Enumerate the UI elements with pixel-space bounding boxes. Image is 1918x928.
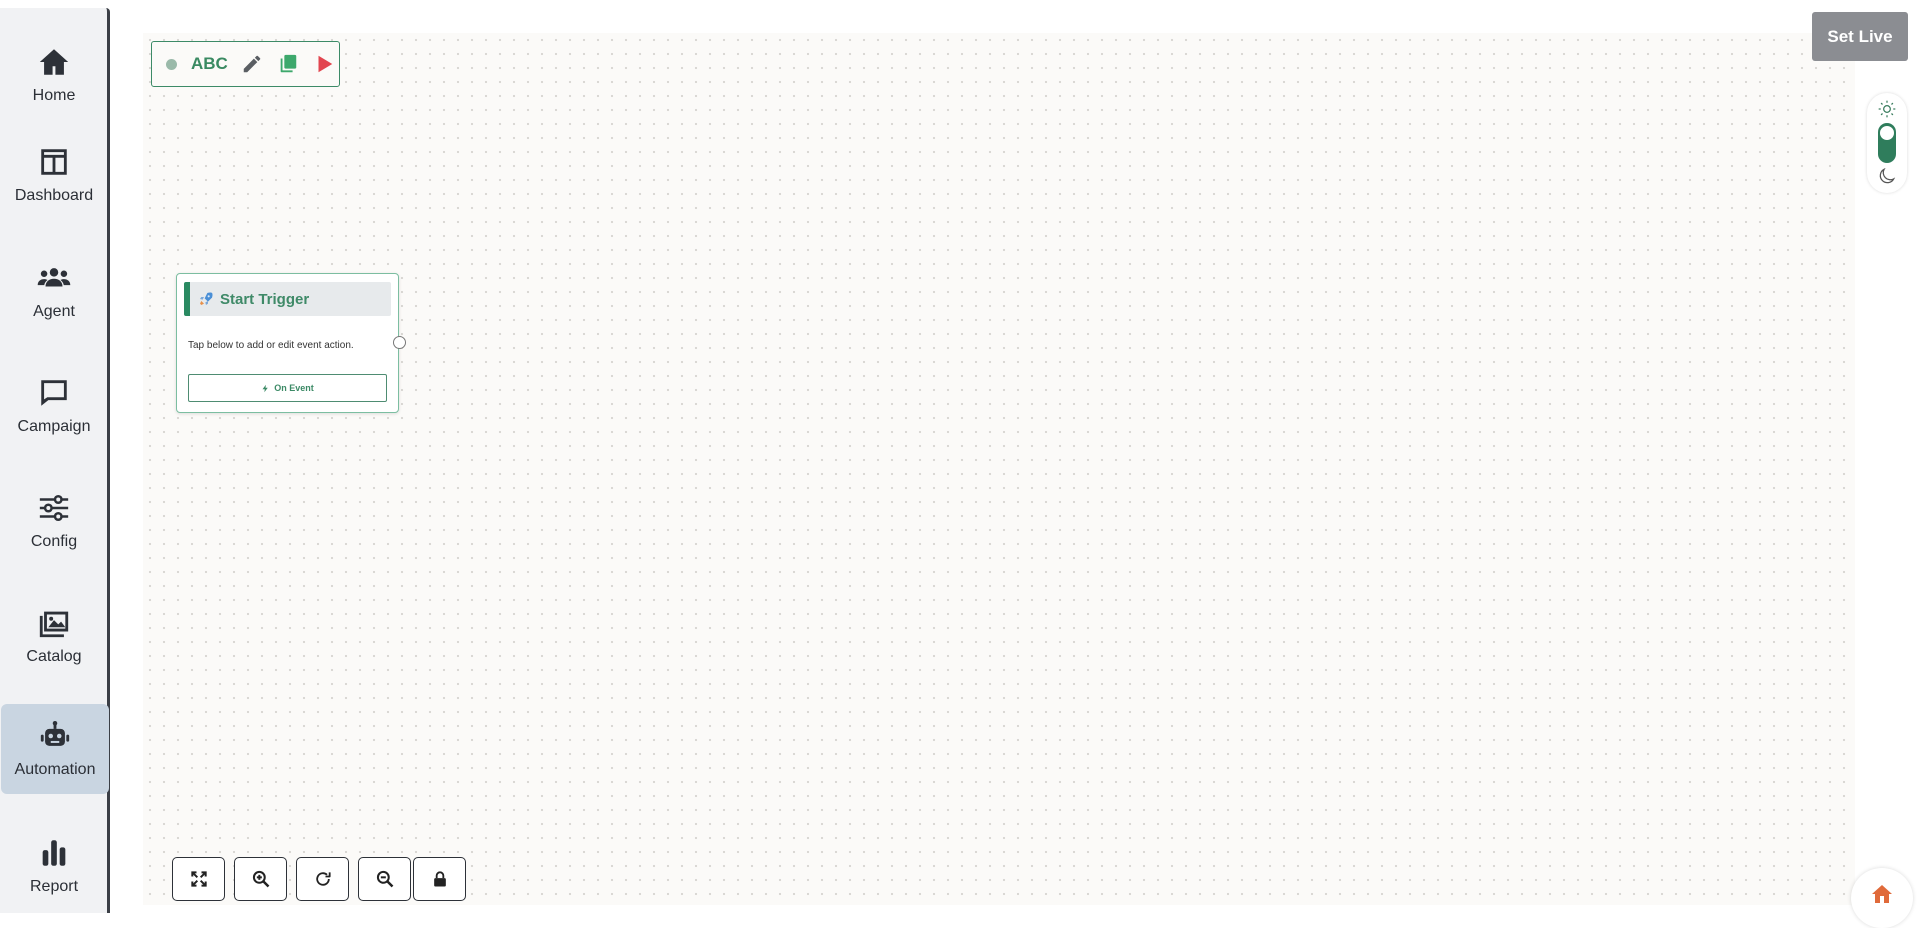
robot-icon <box>40 720 70 746</box>
sidebar-item-label: Agent <box>33 303 75 320</box>
zoom-out-icon <box>376 870 393 888</box>
sidebar-item-label: Automation <box>14 761 96 778</box>
sidebar-item-config[interactable]: Config <box>0 476 108 566</box>
flow-name: ABC <box>191 54 228 73</box>
corner-home-button[interactable] <box>1851 868 1913 928</box>
copy-icon[interactable] <box>276 52 300 76</box>
images-icon <box>39 611 69 638</box>
sidebar: Home Dashboard Agent Campaign Config Cat… <box>0 8 110 913</box>
lock-icon <box>433 871 446 887</box>
sidebar-item-campaign[interactable]: Campaign <box>0 361 108 451</box>
bar-chart-icon <box>42 840 66 866</box>
on-event-label: On Event <box>274 383 314 393</box>
dashboard-icon <box>41 149 67 175</box>
start-trigger-node[interactable]: Start Trigger Tap below to add or edit e… <box>176 273 399 413</box>
sidebar-item-dashboard[interactable]: Dashboard <box>0 130 108 220</box>
play-icon[interactable] <box>312 52 336 76</box>
sliders-icon <box>39 494 69 522</box>
sidebar-item-automation[interactable]: Automation <box>1 704 109 794</box>
sidebar-item-label: Catalog <box>26 648 82 665</box>
home-icon <box>39 49 69 75</box>
theme-switch-knob <box>1880 126 1894 140</box>
sidebar-item-home[interactable]: Home <box>0 30 108 120</box>
fit-view-icon <box>190 871 207 887</box>
chat-icon <box>41 380 67 406</box>
theme-switch-track[interactable] <box>1878 123 1896 163</box>
theme-toggle[interactable] <box>1867 93 1907 193</box>
flow-canvas[interactable] <box>143 33 1855 905</box>
flow-toolbar: ABC <box>151 41 340 87</box>
bolt-icon <box>262 384 268 392</box>
node-title: Start Trigger <box>220 290 310 308</box>
sidebar-item-label: Config <box>30 533 78 550</box>
sidebar-item-catalog[interactable]: Catalog <box>0 591 108 681</box>
sun-icon <box>1878 100 1896 118</box>
reset-icon <box>315 872 331 886</box>
house-icon <box>1872 885 1892 903</box>
lock-button[interactable] <box>413 857 466 901</box>
users-icon <box>37 268 71 287</box>
zoom-out-button[interactable] <box>358 857 411 901</box>
node-header: Start Trigger <box>184 282 391 316</box>
moon-icon <box>1879 167 1896 184</box>
zoom-in-button[interactable] <box>234 857 287 901</box>
sidebar-item-label: Dashboard <box>14 187 94 204</box>
zoom-in-icon <box>252 870 269 888</box>
node-output-handle[interactable] <box>393 336 406 349</box>
pencil-icon[interactable] <box>240 52 264 76</box>
sidebar-item-label: Report <box>29 878 79 895</box>
node-description: Tap below to add or edit event action. <box>188 340 354 351</box>
sidebar-item-label: Campaign <box>17 418 91 435</box>
fit-view-button[interactable] <box>172 857 225 901</box>
reset-button[interactable] <box>296 857 349 901</box>
sidebar-item-label: Home <box>32 87 76 104</box>
set-live-button[interactable]: Set Live <box>1812 12 1908 61</box>
status-dot <box>166 58 177 70</box>
sidebar-item-agent[interactable]: Agent <box>0 246 108 336</box>
sidebar-item-report[interactable]: Report <box>0 821 108 911</box>
rocket-icon <box>200 292 213 305</box>
on-event-button[interactable]: On Event <box>188 374 387 402</box>
